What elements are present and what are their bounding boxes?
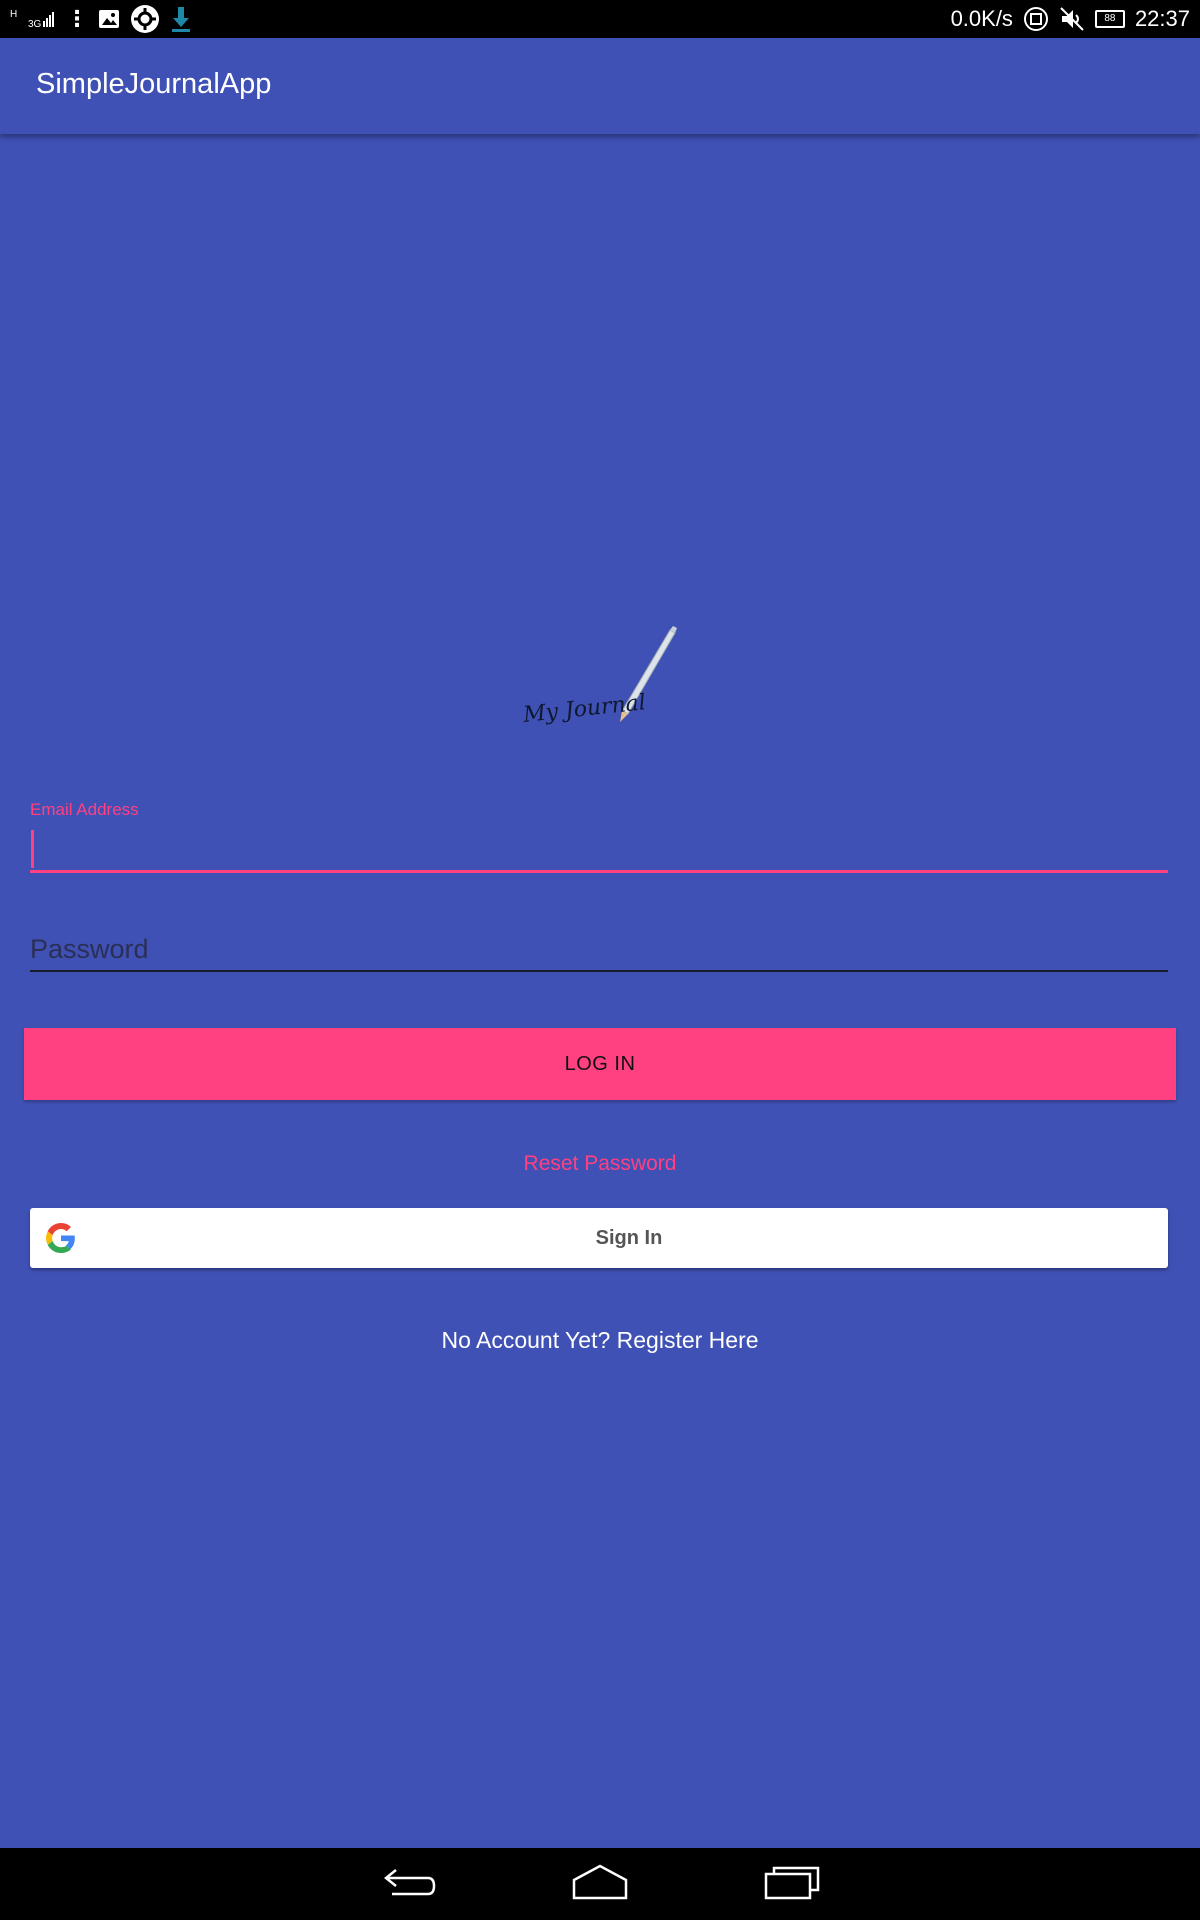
- battery-icon: 88: [1094, 10, 1125, 28]
- email-label: Email Address: [30, 800, 139, 819]
- network-type-text: 3G: [28, 19, 42, 30]
- back-icon[interactable]: [378, 1862, 438, 1906]
- download-icon: [170, 5, 192, 33]
- app-bar: SimpleJournalApp: [0, 38, 1200, 134]
- status-bar-left: H 3G ⋮: [10, 4, 192, 34]
- image-notification-icon: [98, 8, 120, 30]
- app-title: SimpleJournalApp: [36, 68, 272, 100]
- status-bar-right: 0.0K/s 88 22:37: [951, 4, 1190, 34]
- network-speed: 0.0K/s: [950, 6, 1013, 31]
- reset-password-label: Reset Password: [523, 1152, 677, 1175]
- text-cursor: [31, 830, 34, 868]
- app-notification-icon: [130, 4, 160, 34]
- mute-icon: [1059, 6, 1085, 32]
- reset-password-link[interactable]: Reset Password: [0, 1152, 1200, 1176]
- journal-logo: My Journal: [520, 622, 680, 732]
- rotation-lock-icon: [1023, 6, 1049, 32]
- network-h-text: H: [10, 9, 17, 20]
- google-sign-in-button[interactable]: Sign In: [30, 1208, 1168, 1268]
- logo-text: My Journal: [521, 690, 647, 728]
- status-bar: H 3G ⋮ 0.0K/s 88 22:37: [0, 0, 1200, 38]
- signal-icon: H 3G: [10, 7, 56, 31]
- password-field[interactable]: [30, 928, 1168, 972]
- recents-icon[interactable]: [762, 1862, 822, 1906]
- home-icon[interactable]: [570, 1862, 630, 1906]
- register-label: No Account Yet? Register Here: [441, 1327, 759, 1353]
- login-button-label: LOG IN: [564, 1052, 636, 1075]
- clock: 22:37: [1134, 6, 1190, 31]
- google-sign-in-label: Sign In: [595, 1227, 663, 1249]
- email-field[interactable]: [30, 828, 1168, 873]
- navigation-bar: [0, 1848, 1200, 1920]
- more-notifications-icon: ⋮: [66, 6, 88, 31]
- register-link[interactable]: No Account Yet? Register Here: [0, 1327, 1200, 1354]
- login-button[interactable]: LOG IN: [24, 1028, 1176, 1100]
